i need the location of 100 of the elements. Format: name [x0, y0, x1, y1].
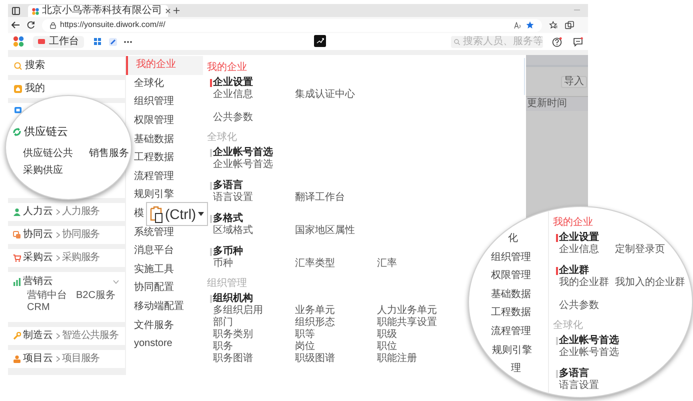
menu-item[interactable]: 基础数据 — [491, 285, 531, 304]
app-logo-icon[interactable] — [13, 36, 24, 47]
menu-item[interactable]: 基础数据 — [134, 130, 174, 149]
browser-tab[interactable]: 北京小鸟蒂蒂科技有限公司 — [28, 5, 168, 17]
category-heading: 我的企业 — [207, 62, 248, 74]
collections-icon[interactable] — [565, 20, 574, 30]
star-icon[interactable] — [526, 21, 534, 29]
search-field[interactable]: 搜索人员、服务等 — [451, 36, 543, 48]
import-button[interactable]: 导入 — [561, 76, 587, 88]
menu-link[interactable]: 企业帐号首选 — [213, 159, 295, 171]
menu-item[interactable]: 权限管理 — [134, 112, 174, 130]
menu-link[interactable]: 翻译工作台 — [295, 192, 377, 204]
menu-link[interactable]: 公共参数 — [559, 300, 615, 312]
address-bar[interactable]: https://yonsuite.diwork.com/#/ — [42, 18, 542, 32]
sidebar-item[interactable]: 项目云 — [23, 354, 53, 364]
sidebar-item[interactable]: 制造云 — [23, 331, 53, 341]
menu-link[interactable]: 职务 — [213, 341, 295, 353]
menu-item[interactable]: yonstore — [134, 334, 172, 354]
grid-icon[interactable] — [94, 38, 101, 45]
menu-item[interactable]: 权限管理 — [491, 266, 531, 286]
reload-icon[interactable] — [27, 21, 35, 29]
app-icon[interactable] — [109, 38, 117, 46]
menu-link[interactable]: 区域格式 — [213, 225, 295, 237]
sidebar-subitem[interactable]: B2C服务 — [76, 291, 119, 301]
menu-link[interactable]: 职务类别 — [213, 329, 295, 341]
sidebar-subitem[interactable]: 销售服务 — [89, 148, 131, 160]
workbench-tab[interactable]: 工作台 — [33, 36, 84, 48]
paste-options-button[interactable]: (Ctrl) — [146, 202, 208, 226]
service-link[interactable]: 人力服务 — [62, 207, 100, 217]
menu-item[interactable]: 模 — [134, 204, 144, 224]
menu-link[interactable]: 企业信息 — [213, 89, 295, 101]
menu-item[interactable]: 规则引擎 — [492, 341, 532, 360]
menu-item[interactable]: 协同配置 — [134, 279, 174, 298]
menu-link[interactable]: 业务单元 — [295, 305, 377, 317]
message-icon[interactable] — [573, 36, 583, 46]
menu-link[interactable]: 人力业务单元 — [377, 305, 459, 317]
sidebar-subitem[interactable]: 采购供应 — [23, 165, 89, 177]
menu-item[interactable]: 文件服务 — [134, 316, 174, 335]
category-heading: 全球化 — [207, 132, 238, 144]
menu-item[interactable]: 规则引擎 — [134, 186, 174, 205]
sidebar-subitem[interactable]: CRM — [27, 303, 76, 313]
service-link[interactable]: 采购服务 — [62, 253, 100, 263]
menu-link[interactable]: 国家地区属性 — [295, 225, 377, 237]
menu-link[interactable]: 我加入的企业群 — [615, 277, 685, 289]
menu-link[interactable]: 币种 — [213, 258, 295, 270]
menu-link[interactable]: 岗位 — [295, 341, 377, 353]
favorites-icon[interactable] — [549, 21, 558, 29]
sidebar-subitem[interactable]: 供应链公共 — [23, 148, 89, 160]
menu-item[interactable]: 消息平台 — [134, 242, 174, 261]
service-link[interactable]: 协同服务 — [62, 230, 100, 240]
menu-link[interactable]: 多组织启用 — [213, 305, 295, 317]
sidebar-item[interactable]: 采购云 — [23, 253, 53, 263]
menu-item[interactable]: 流程管理 — [491, 322, 531, 342]
group-title: 多语言 — [559, 368, 589, 380]
menu-link[interactable]: 职能共享设置 — [377, 317, 459, 329]
sidebar-item[interactable]: 供应链云 — [24, 125, 68, 139]
menu-link[interactable]: 组织形态 — [295, 317, 377, 329]
menu-link[interactable]: 职等 — [295, 329, 377, 341]
menu-link[interactable]: 语言设置 — [213, 192, 295, 204]
menu-item[interactable]: 工程数据 — [491, 304, 531, 323]
menu-item[interactable]: 理 — [511, 360, 521, 378]
sidebar-item[interactable]: 营销云 — [23, 277, 53, 287]
menu-item[interactable]: 化 — [508, 230, 518, 248]
read-aloud-icon[interactable] — [514, 22, 522, 28]
menu-link[interactable]: 职位 — [377, 341, 459, 353]
menu-link[interactable]: 语言设置 — [559, 380, 615, 392]
menu-link[interactable]: 我的企业群 — [559, 277, 615, 289]
menu-item[interactable]: 实施工具 — [134, 260, 174, 280]
back-icon[interactable] — [11, 21, 20, 29]
menu-link[interactable]: 职级 — [377, 329, 459, 341]
menu-link[interactable]: 公共参数 — [213, 112, 295, 124]
menu-link[interactable]: 职级图谱 — [295, 353, 377, 365]
new-tab-icon[interactable] — [173, 7, 180, 14]
help-icon[interactable] — [552, 36, 562, 46]
sidebar-item[interactable]: 我的 — [8, 80, 125, 98]
menu-link[interactable]: 汇率类型 — [295, 258, 377, 270]
menu-item[interactable]: 全球化 — [134, 74, 164, 94]
menu-link[interactable]: 集成认证中心 — [295, 89, 377, 101]
menu-item[interactable]: 系统管理 — [134, 223, 174, 242]
menu-item[interactable]: 流程管理 — [134, 168, 174, 186]
menu-item[interactable]: 组织管理 — [491, 248, 531, 267]
sidebar-item[interactable]: 人力云 — [23, 207, 53, 217]
menu-item[interactable]: 移动端配置 — [134, 298, 184, 316]
service-link[interactable]: 项目服务 — [62, 354, 100, 364]
squares-icon — [13, 231, 21, 239]
menu-item[interactable]: 工程数据 — [134, 148, 174, 168]
menu-link[interactable]: 职务图谱 — [213, 353, 295, 365]
menu-link[interactable]: 企业信息 — [559, 244, 615, 256]
menu-link[interactable]: 定制登录页 — [615, 244, 665, 256]
menu-link[interactable]: 汇率 — [377, 258, 459, 270]
menu-link[interactable]: 部门 — [213, 317, 295, 329]
search-item[interactable]: 搜索 — [8, 57, 125, 75]
menu-item[interactable]: 组织管理 — [134, 93, 174, 112]
service-link[interactable]: 智造公共服务 — [62, 331, 118, 341]
menu-link[interactable]: 职能注册 — [377, 353, 459, 365]
sidebar-subitem[interactable]: 营销中台 — [27, 291, 76, 301]
sidebar-item[interactable]: 协同云 — [23, 230, 53, 240]
logo-icon[interactable] — [314, 35, 326, 47]
close-icon[interactable] — [165, 8, 171, 14]
sidebar-toggle-icon[interactable] — [12, 7, 20, 15]
